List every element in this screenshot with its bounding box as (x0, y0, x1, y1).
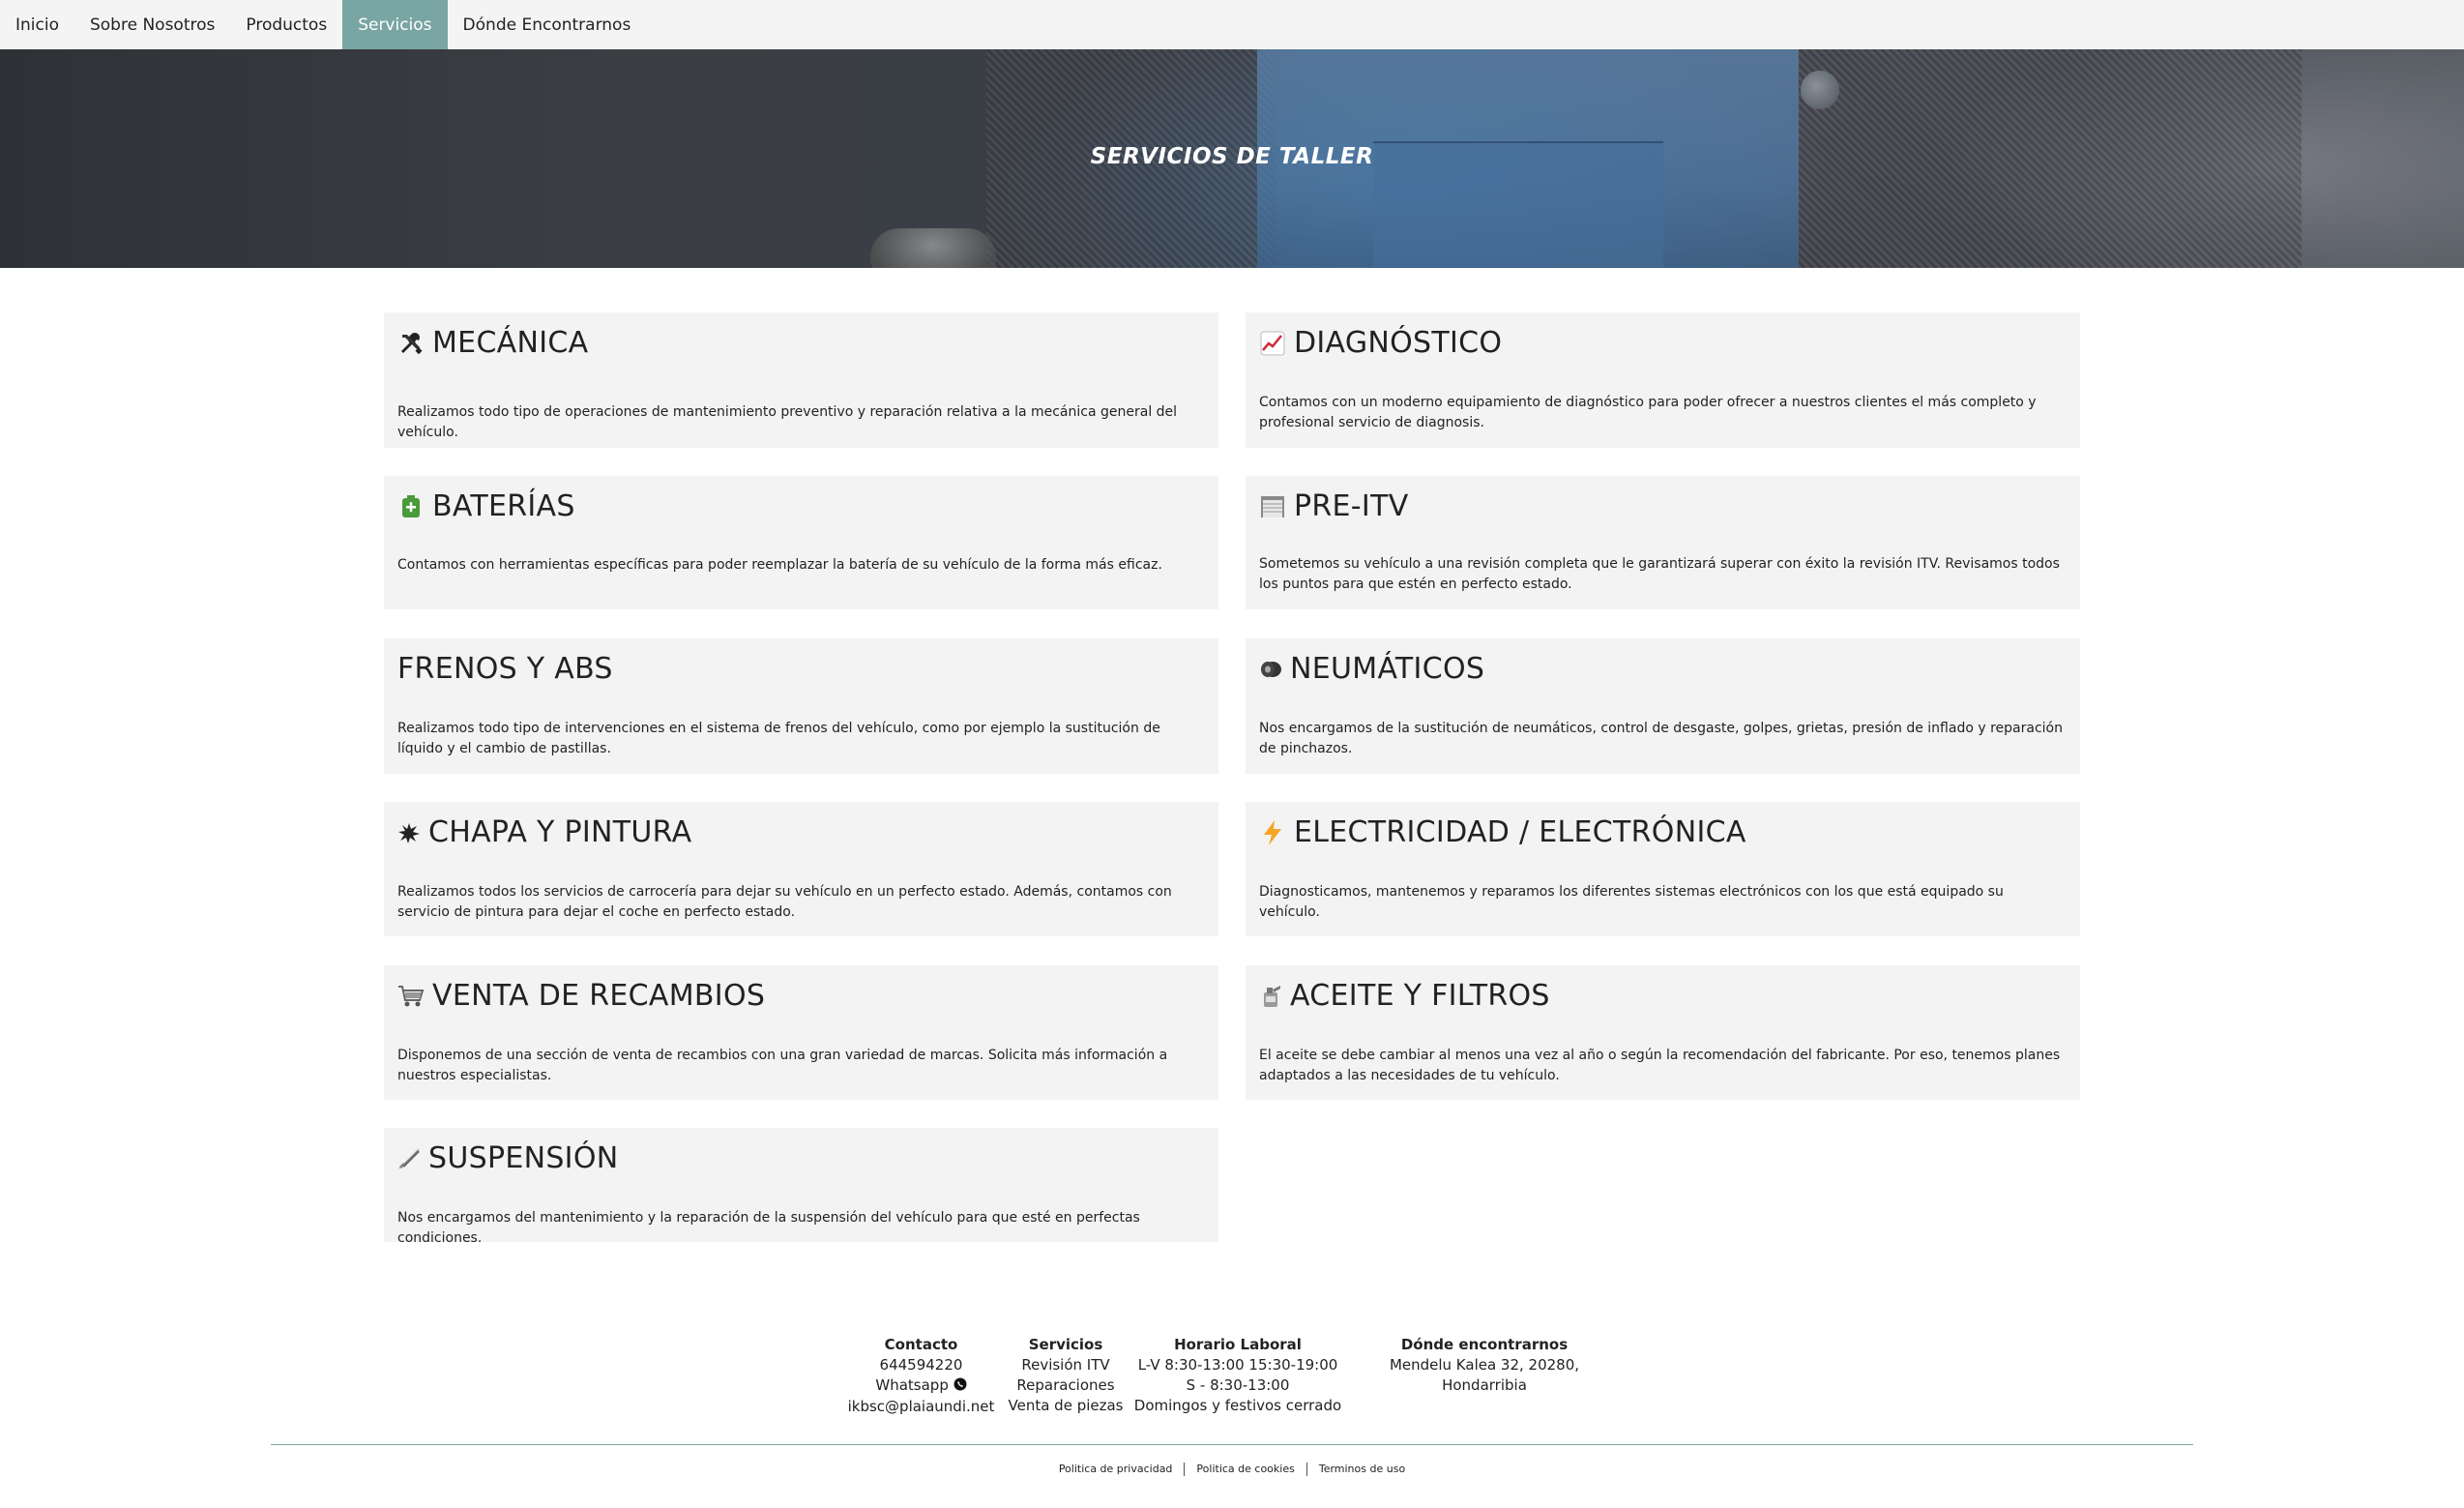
footer-legal-links: Politica de privacidad Politica de cooki… (0, 1463, 2464, 1476)
service-card-frenos-abs: FRENOS Y ABS Realizamos todo tipo de int… (384, 638, 1218, 774)
service-card-header: ELECTRICIDAD / ELECTRÓNICA (1259, 815, 1746, 849)
privacy-policy-link[interactable]: Politica de privacidad (1047, 1463, 1186, 1476)
service-card-header: FRENOS Y ABS (397, 652, 613, 686)
footer-phone[interactable]: 644594220 (827, 1355, 1015, 1375)
footer-contacto: Contacto 644594220 Whatsapp ikbsc@plaiau… (827, 1335, 1015, 1417)
footer-address: Mendelu Kalea 32, 20280, Hondarribia (1389, 1356, 1580, 1394)
hero-banner: SERVICIOS DE TALLER (0, 49, 2464, 268)
nav-item-sobre-nosotros[interactable]: Sobre Nosotros (74, 0, 230, 49)
nav-item-donde-encontrarnos[interactable]: Dónde Encontrarnos (448, 0, 647, 49)
service-title: VENTA DE RECAMBIOS (432, 979, 766, 1013)
service-title: NEUMÁTICOS (1290, 652, 1485, 686)
service-title: PRE-ITV (1294, 489, 1409, 523)
service-card-neumaticos: NEUMÁTICOS Nos encargamos de la sustituc… (1246, 638, 2080, 774)
service-card-mecanica: MECÁNICA Realizamos todo tipo de operaci… (384, 312, 1218, 448)
footer-heading: Dónde encontrarnos (1400, 1336, 1569, 1353)
footer-whatsapp[interactable]: Whatsapp (827, 1375, 1015, 1397)
hero-background-hand (870, 228, 996, 268)
service-title: ACEITE Y FILTROS (1290, 979, 1550, 1013)
service-card-header: VENTA DE RECAMBIOS (397, 979, 765, 1013)
service-card-pre-itv: PRE-ITV Sometemos su vehículo a una revi… (1246, 476, 2080, 609)
cookies-policy-link[interactable]: Politica de cookies (1185, 1463, 1307, 1476)
service-card-header: BATERÍAS (397, 489, 575, 523)
service-title: SUSPENSIÓN (428, 1141, 619, 1175)
footer-divider (271, 1444, 2193, 1445)
nav-item-servicios[interactable]: Servicios (342, 0, 448, 49)
service-title: DIAGNÓSTICO (1294, 326, 1503, 360)
service-card-aceite-filtros: ACEITE Y FILTROS El aceite se debe cambi… (1246, 965, 2080, 1100)
service-description: Sometemos su vehículo a una revisión com… (1259, 556, 2060, 592)
footer-heading: Servicios (1028, 1336, 1103, 1353)
service-description: Nos encargamos de la sustitución de neum… (1259, 721, 2063, 756)
service-description: Diagnosticamos, mantenemos y reparamos l… (1259, 884, 2004, 920)
lightning-icon (1259, 819, 1286, 846)
hero-title: SERVICIOS DE TALLER (1090, 144, 1374, 169)
footer-hours-line: L-V 8:30-13:00 15:30-19:00 (1137, 1356, 1338, 1374)
service-card-baterias: BATERÍAS Contamos con herramientas espec… (384, 476, 1218, 609)
service-description: Disponemos de una sección de venta de re… (397, 1048, 1168, 1083)
service-description: El aceite se debe cambiar al menos una v… (1259, 1048, 2061, 1083)
chart-icon (1259, 330, 1286, 357)
service-card-header: SUSPENSIÓN (397, 1141, 618, 1175)
service-description: Contamos con herramientas específicas pa… (397, 557, 1162, 573)
service-card-header: NEUMÁTICOS (1259, 652, 1484, 686)
paint-splash-icon (397, 819, 421, 846)
footer-service-link[interactable]: Revisión ITV (1003, 1355, 1129, 1375)
service-description: Realizamos todos los servicios de carroc… (397, 884, 1172, 920)
battery-icon (397, 493, 425, 520)
service-description: Realizamos todo tipo de intervenciones e… (397, 721, 1160, 756)
service-card-header: CHAPA Y PINTURA (397, 815, 691, 849)
service-title: CHAPA Y PINTURA (428, 815, 692, 849)
terms-of-use-link[interactable]: Terminos de uso (1307, 1463, 1417, 1476)
service-card-header: DIAGNÓSTICO (1259, 326, 1502, 360)
tools-icon (397, 330, 425, 357)
service-title: FRENOS Y ABS (397, 652, 613, 686)
service-card-chapa-pintura: CHAPA Y PINTURA Realizamos todos los ser… (384, 802, 1218, 936)
service-title: ELECTRICIDAD / ELECTRÓNICA (1294, 815, 1746, 849)
nav-item-inicio[interactable]: Inicio (0, 0, 74, 49)
footer-heading: Horario Laboral (1174, 1336, 1302, 1353)
service-card-header: ACEITE Y FILTROS (1259, 979, 1550, 1013)
cart-icon (397, 983, 425, 1010)
footer-email[interactable]: ikbsc@plaiaundi.net (827, 1397, 1015, 1417)
footer-hours-line: Domingos y festivos cerrado (1133, 1397, 1342, 1414)
footer-service-link[interactable]: Reparaciones (1003, 1375, 1129, 1396)
hero-background-button (1801, 71, 1839, 109)
service-card-venta-recambios: VENTA DE RECAMBIOS Disponemos de una sec… (384, 965, 1218, 1100)
top-navigation: Inicio Sobre Nosotros Productos Servicio… (0, 0, 2464, 49)
service-description: Contamos con un moderno equipamiento de … (1259, 395, 2037, 430)
footer-whatsapp-label: Whatsapp (875, 1376, 949, 1394)
footer-hours-line: S - 8:30-13:00 (1186, 1376, 1290, 1394)
oil-can-icon (1259, 983, 1282, 1010)
service-description: Nos encargamos del mantenimiento y la re… (397, 1210, 1140, 1246)
service-card-header: PRE-ITV (1259, 489, 1409, 523)
service-title: BATERÍAS (432, 489, 575, 523)
service-description: Realizamos todo tipo de operaciones de m… (397, 404, 1178, 440)
footer-heading: Contacto (884, 1336, 958, 1353)
service-title: MECÁNICA (432, 326, 589, 360)
garage-icon (1259, 493, 1286, 520)
footer-horario: Horario Laboral L-V 8:30-13:00 15:30-19:… (1131, 1335, 1344, 1416)
footer-servicios: Servicios Revisión ITV Reparaciones Vent… (1003, 1335, 1129, 1416)
spring-icon (397, 1145, 421, 1172)
nav-item-productos[interactable]: Productos (230, 0, 342, 49)
service-card-header: MECÁNICA (397, 326, 588, 360)
footer-donde: Dónde encontrarnos Mendelu Kalea 32, 202… (1349, 1335, 1620, 1396)
service-card-diagnostico: DIAGNÓSTICO Contamos con un moderno equi… (1246, 312, 2080, 448)
service-card-electricidad: ELECTRICIDAD / ELECTRÓNICA Diagnosticamo… (1246, 802, 2080, 936)
whatsapp-icon (953, 1376, 967, 1397)
footer-service-link[interactable]: Venta de piezas (1003, 1396, 1129, 1416)
tire-icon (1259, 656, 1282, 683)
service-card-suspension: SUSPENSIÓN Nos encargamos del mantenimie… (384, 1128, 1218, 1246)
